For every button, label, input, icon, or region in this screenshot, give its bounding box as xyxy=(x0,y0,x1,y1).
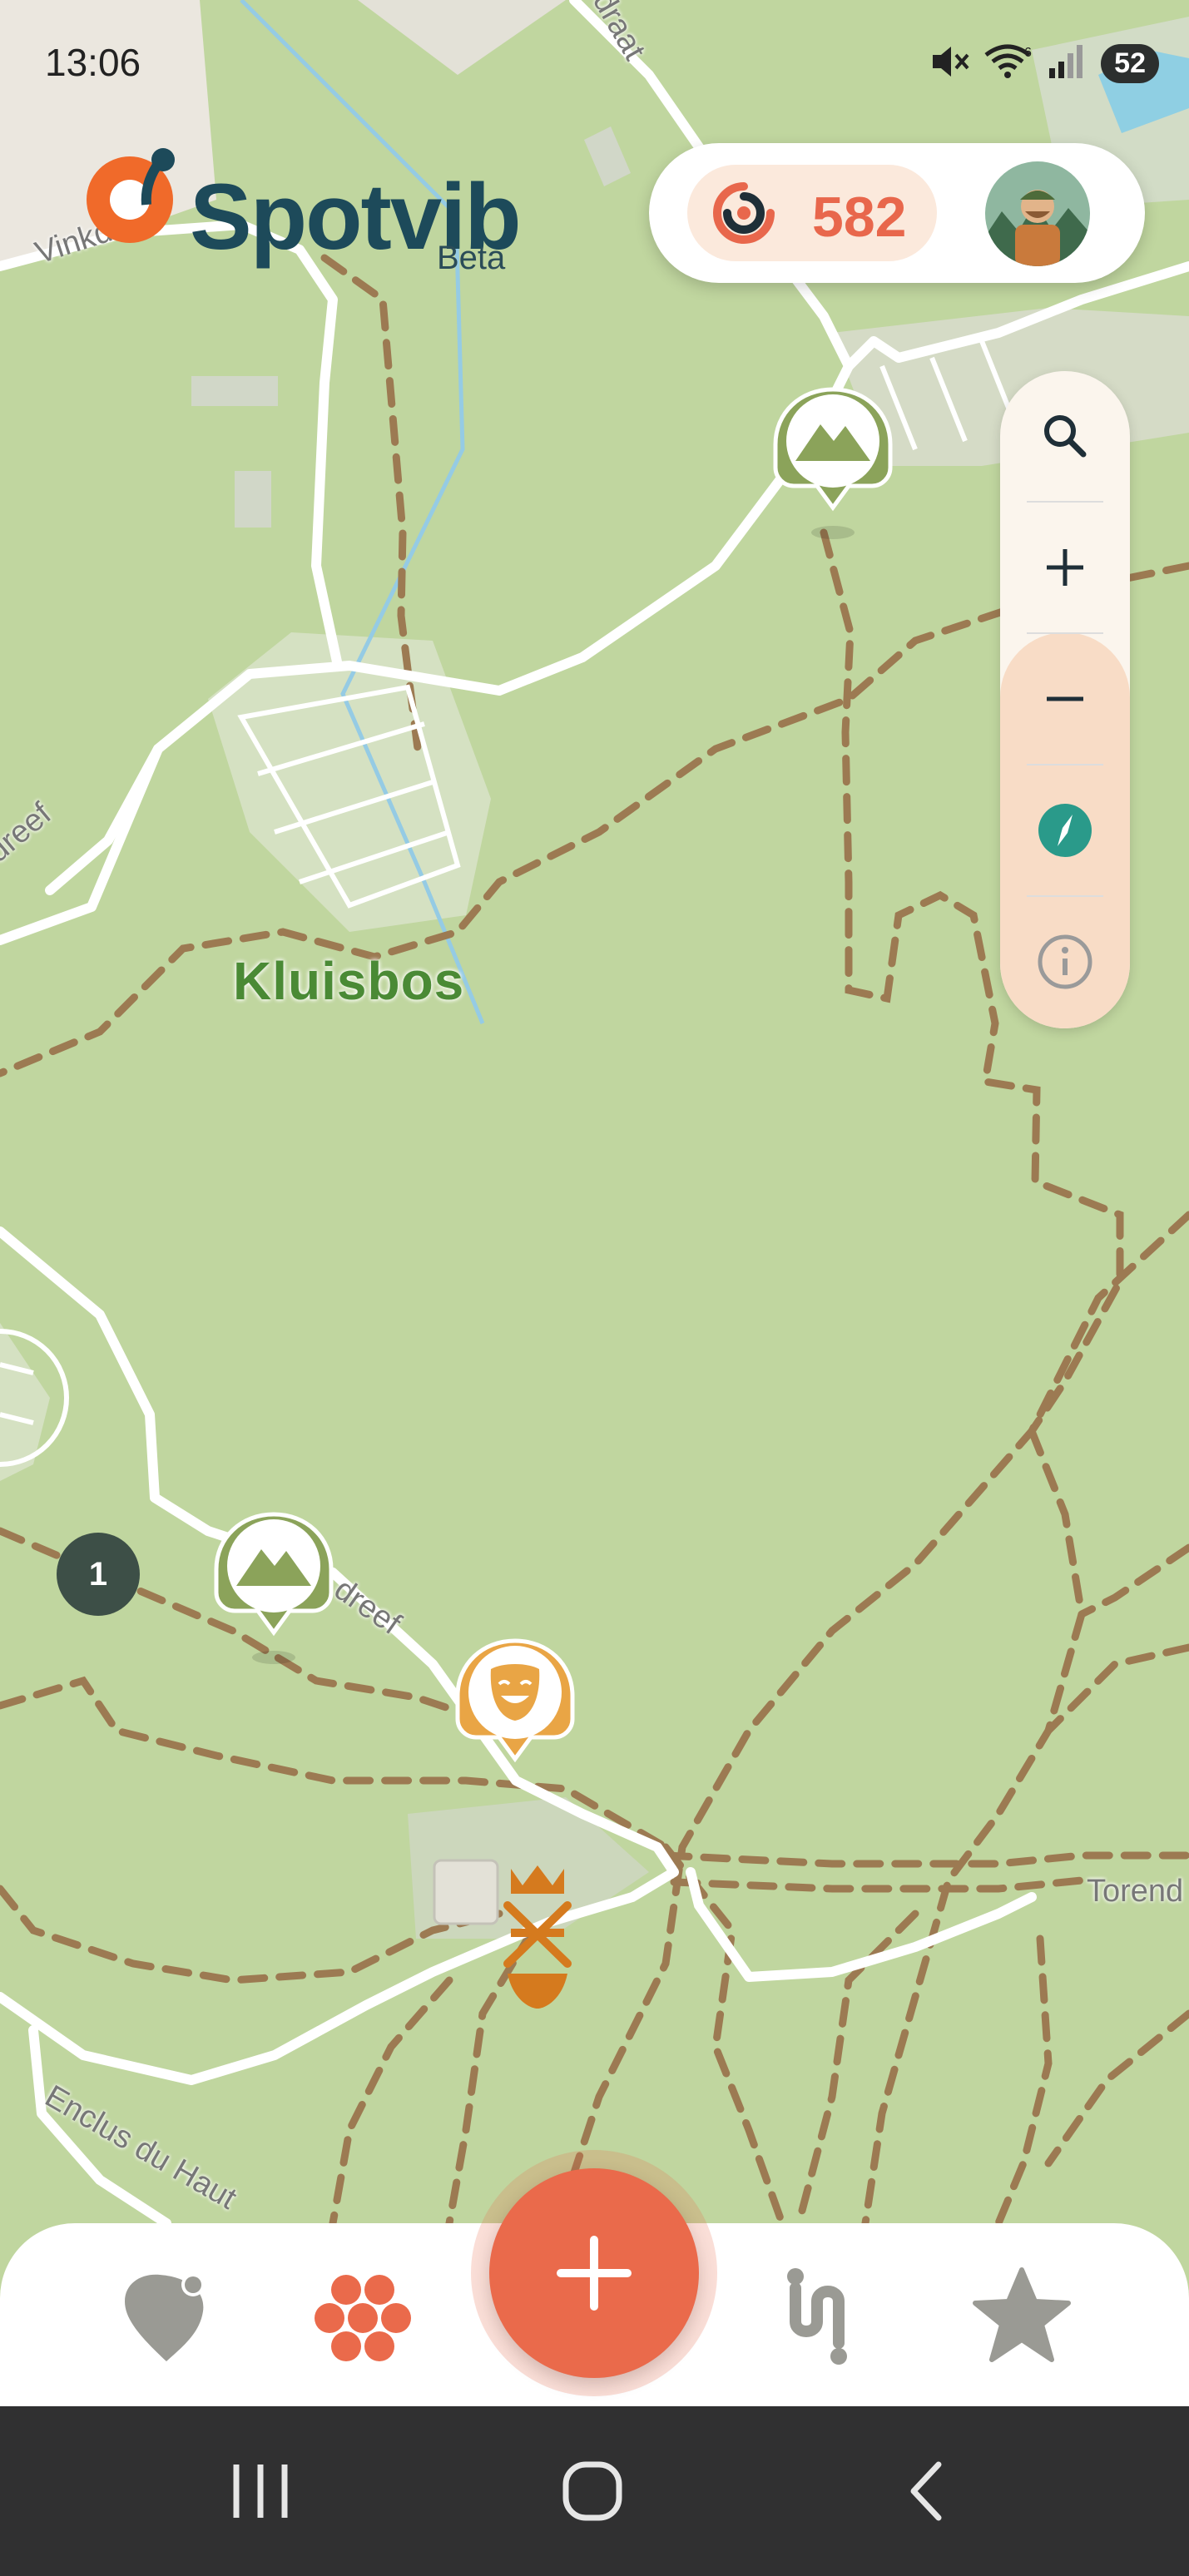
spots-icon xyxy=(125,2273,205,2361)
compass-button[interactable] xyxy=(1000,765,1130,895)
mountain-marker[interactable] xyxy=(213,1511,334,1669)
wifi-icon: 6 xyxy=(983,43,1036,84)
back-icon xyxy=(910,2461,942,2521)
place-label: Kluisbos xyxy=(233,951,465,1011)
theater-marker[interactable] xyxy=(454,1637,576,1796)
zoom-out-button[interactable] xyxy=(1000,634,1130,764)
score-value: 582 xyxy=(812,186,907,249)
road-label: Torend xyxy=(1087,1874,1184,1909)
spotvib-logo-icon xyxy=(87,148,175,243)
score-chip[interactable]: 582 xyxy=(687,165,937,261)
back-button[interactable] xyxy=(902,2458,952,2529)
zoom-out-icon xyxy=(1047,696,1083,701)
nav-route[interactable] xyxy=(774,2263,874,2370)
battery-badge: 52 xyxy=(1101,44,1159,83)
info-button[interactable] xyxy=(1000,897,1130,1027)
route-icon xyxy=(787,2268,847,2365)
score-pill[interactable]: 582 xyxy=(649,143,1145,283)
svg-text:6: 6 xyxy=(1024,46,1032,60)
plus-icon xyxy=(557,2236,632,2311)
signal-icon xyxy=(1048,43,1089,84)
recents-button[interactable] xyxy=(230,2458,291,2529)
compass-icon xyxy=(1038,804,1092,857)
search-button[interactable] xyxy=(1000,371,1130,501)
mountain-marker[interactable] xyxy=(772,386,894,544)
nav-spots[interactable] xyxy=(116,2266,216,2370)
avatar[interactable] xyxy=(985,161,1090,266)
cluster-badge[interactable]: 1 xyxy=(57,1533,140,1616)
mute-icon xyxy=(929,43,971,84)
info-icon xyxy=(1038,934,1092,989)
search-icon xyxy=(1044,415,1087,458)
hexagons-icon xyxy=(315,2275,411,2361)
castle-marker[interactable] xyxy=(496,1860,579,2019)
map-controls xyxy=(1000,371,1130,1028)
logo-beta: Beta xyxy=(437,240,506,276)
score-icon xyxy=(713,182,775,244)
recents-icon xyxy=(233,2465,288,2518)
home-button[interactable] xyxy=(559,2458,626,2529)
zoom-in-icon xyxy=(1047,549,1083,586)
status-time: 13:06 xyxy=(45,41,141,84)
favorites-icon xyxy=(973,2267,1071,2362)
nav-hexagons[interactable] xyxy=(313,2266,413,2370)
add-button[interactable] xyxy=(489,2168,699,2378)
nav-favorites[interactable] xyxy=(970,2265,1073,2372)
app-logo[interactable]: Spotvib Beta xyxy=(83,146,522,276)
system-nav-bar xyxy=(0,2406,1189,2576)
home-icon xyxy=(562,2461,622,2521)
zoom-in-button[interactable] xyxy=(1000,503,1130,632)
status-icons: 6 52 xyxy=(929,43,1159,84)
